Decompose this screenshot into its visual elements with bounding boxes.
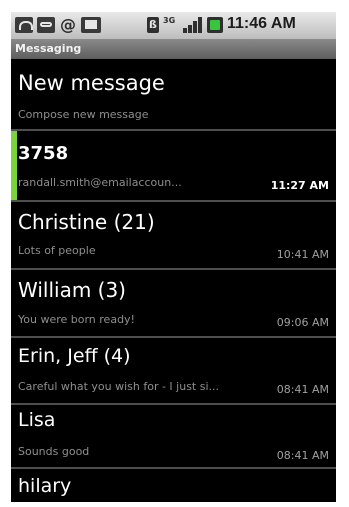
signal-icon (183, 17, 203, 33)
status-bar: @ ß 3G 11:46 AM (11, 12, 336, 39)
battery-icon (207, 17, 223, 33)
title-bar: Messaging (11, 39, 336, 59)
voicemail-icon (37, 17, 55, 33)
thread-name: William (3) (18, 278, 126, 302)
app-title: Messaging (15, 42, 82, 55)
thread-time: 08:41 AM (276, 383, 329, 396)
thread-preview: You were born ready! (18, 313, 135, 326)
thread-name: hilary (18, 475, 72, 497)
phone-screen: @ ß 3G 11:46 AM Messaging New message Co… (11, 12, 336, 502)
thread-preview: Sounds good (18, 445, 90, 458)
thread-name: Christine (21) (18, 210, 155, 234)
new-message-item[interactable]: New message Compose new message (11, 59, 336, 129)
thread-item[interactable]: Lisa Sounds good 08:41 AM (11, 405, 336, 467)
thread-item[interactable]: hilary (11, 469, 336, 502)
bluetooth-icon: ß (147, 17, 159, 33)
thread-time: 09:06 AM (276, 316, 329, 329)
thread-item[interactable]: William (3) You were born ready! 09:06 A… (11, 270, 336, 336)
phone-icon (15, 17, 33, 33)
sd-card-icon (81, 17, 101, 33)
3g-icon: 3G (163, 16, 176, 25)
thread-preview: randall.smith@emailaccoun... (18, 176, 182, 189)
unread-indicator (11, 131, 17, 200)
thread-name: 3758 (18, 143, 69, 164)
thread-time: 10:41 AM (276, 248, 329, 261)
new-message-label: New message (18, 71, 165, 95)
thread-preview: Lots of people (18, 244, 96, 257)
thread-item[interactable]: 3758 randall.smith@emailaccoun... 11:27 … (11, 131, 336, 200)
thread-time: 11:27 AM (270, 179, 329, 192)
at-icon: @ (60, 15, 76, 34)
thread-name: Erin, Jeff (4) (18, 345, 131, 367)
thread-name: Lisa (18, 409, 56, 431)
thread-time: 08:41 AM (276, 449, 329, 462)
thread-item[interactable]: Christine (21) Lots of people 10:41 AM (11, 202, 336, 268)
thread-preview: Careful what you wish for - I just si... (18, 380, 220, 393)
thread-item[interactable]: Erin, Jeff (4) Careful what you wish for… (11, 338, 336, 403)
new-message-sublabel: Compose new message (18, 108, 149, 121)
status-clock: 11:46 AM (227, 15, 296, 32)
